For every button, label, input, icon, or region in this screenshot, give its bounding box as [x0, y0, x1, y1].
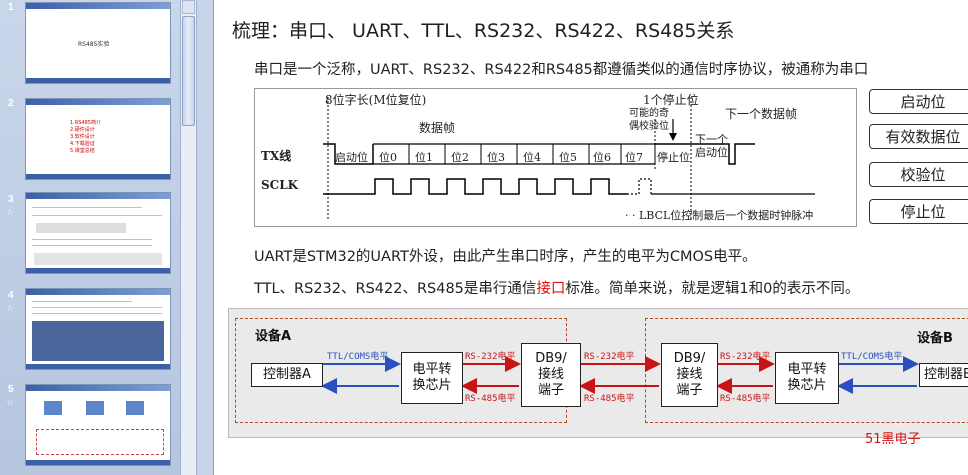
slide-number: 1 [8, 2, 14, 13]
uart-timing-diagram: 8位字长(M位复位) 1个停止位 下一个数据帧 数据帧 可能的奇 偶校验位 TX… [254, 88, 857, 227]
thumb-item: 3.软件设计 [70, 134, 95, 140]
bit-label: 启动位 [335, 151, 368, 164]
paragraph-standards: TTL、RS232、RS422、RS485是串行通信接口标准。简单来说，就是逻辑… [254, 277, 859, 298]
bit-label: 位5 [559, 151, 577, 164]
bit-label: 位1 [415, 151, 433, 164]
start-bit-box: 启动位 [869, 89, 968, 114]
rs232-level-label: RS-232电平 [584, 352, 635, 362]
connection-diagram: 设备A 设备B TTL/COMS电平 RS-232电平 RS-485电平 RS-… [228, 308, 968, 438]
scrollbar-thumb[interactable] [182, 16, 195, 126]
next-frame-label: 下一个数据帧 [725, 107, 798, 121]
slide-title: 梳理：串口、 UART、TTL、RS232、RS422、RS485关系 [232, 20, 735, 42]
brand-watermark: 51黑电子 [865, 432, 921, 447]
bit-label: 位3 [487, 151, 505, 164]
scroll-up-button[interactable] [182, 0, 195, 14]
controller-b-box: 控制器B [919, 363, 968, 387]
thumb-item: 2.硬件设计 [70, 127, 95, 133]
slide-thumbnail-1[interactable]: RS485实验 [25, 2, 171, 84]
data-bits-box: 有效数据位 [869, 124, 968, 149]
tx-line-label: TX线 [261, 149, 292, 163]
bit-label: 位6 [593, 151, 611, 164]
animation-icon: ☆ [6, 208, 15, 218]
slide-thumbnail-panel: 1 RS485实验 2 1.RS485简介 2.硬件设计 3.软件设计 4.下载… [0, 0, 180, 475]
connection-arrows [321, 356, 919, 394]
thumb-title: RS485实验 [78, 41, 110, 48]
slide-thumbnail-3[interactable] [25, 192, 171, 274]
rs485-level-label: RS-485电平 [465, 394, 516, 404]
paragraph-uart: UART是STM32的UART外设，由此产生串口时序，产生的电平为CMOS电平。 [254, 249, 757, 265]
ttl-level-label: TTL/COMS电平 [327, 352, 389, 362]
parity-label: 可能的奇 偶校验位 [629, 108, 669, 132]
slide-thumbnail-5[interactable] [25, 384, 171, 466]
stop-bit-box: 停止位 [869, 199, 968, 224]
bit-label: 位4 [523, 151, 541, 164]
ttl-level-label: TTL/COMS电平 [841, 352, 903, 362]
slide-thumbnail-4[interactable] [25, 288, 171, 370]
db9-terminal-a-box: DB9/ 接线 端子 [521, 343, 581, 407]
level-converter-a-box: 电平转 换芯片 [401, 352, 463, 404]
thumb-item: 1.RS485简介 [70, 120, 101, 126]
next-start-label: 下一个 启动位 [695, 133, 728, 159]
rs232-level-label: RS-232电平 [720, 352, 771, 362]
controller-a-box: 控制器A [251, 363, 323, 387]
paragraph-serial: 串口是一个泛称，UART、RS232、RS422和RS485都遵循类似的通信时序… [254, 62, 869, 78]
rs485-level-label: RS-485电平 [720, 394, 771, 404]
rs485-level-label: RS-485电平 [584, 394, 635, 404]
sclk-label: SCLK [261, 178, 299, 192]
rs232-level-label: RS-232电平 [465, 352, 516, 362]
slide-number: 5 [8, 384, 14, 395]
slide-canvas: 梳理：串口、 UART、TTL、RS232、RS422、RS485关系 串口是一… [213, 0, 968, 475]
level-converter-b-box: 电平转 换芯片 [775, 352, 839, 404]
thumb-item: 5.课堂总结 [70, 148, 95, 154]
thumb-item: 4.下载验证 [70, 141, 95, 147]
bit-label: 位0 [379, 151, 397, 164]
word-length-label: 8位字长(M位复位) [325, 93, 427, 107]
lbcl-footnote: · · LBCL位控制最后一个数据时钟脉冲 [625, 209, 814, 222]
slide-number: 3 [8, 194, 14, 205]
animation-icon: ☆ [6, 304, 15, 314]
standards-text-end: 标准。简单来说，就是逻辑1和0的表示不同。 [565, 281, 860, 297]
stop-bit-label: 1个停止位 [643, 93, 699, 107]
bit-label: 位7 [625, 151, 643, 164]
db9-terminal-b-box: DB9/ 接线 端子 [661, 343, 718, 407]
animation-icon: ☆ [6, 398, 15, 408]
bit-label: 位2 [451, 151, 469, 164]
bit-label: 停止位 [657, 151, 690, 164]
thumbnail-scrollbar[interactable] [180, 0, 197, 475]
slide-thumbnail-2[interactable]: 1.RS485简介 2.硬件设计 3.软件设计 4.下载验证 5.课堂总结 [25, 98, 171, 180]
parity-bit-box: 校验位 [869, 162, 968, 187]
slide-number: 4 [8, 290, 14, 301]
slide-number: 2 [8, 98, 14, 109]
standards-text: TTL、RS232、RS422、RS485是串行通信 [254, 281, 537, 297]
data-frame-label: 数据帧 [419, 121, 456, 135]
highlight-interface: 接口 [536, 281, 566, 297]
